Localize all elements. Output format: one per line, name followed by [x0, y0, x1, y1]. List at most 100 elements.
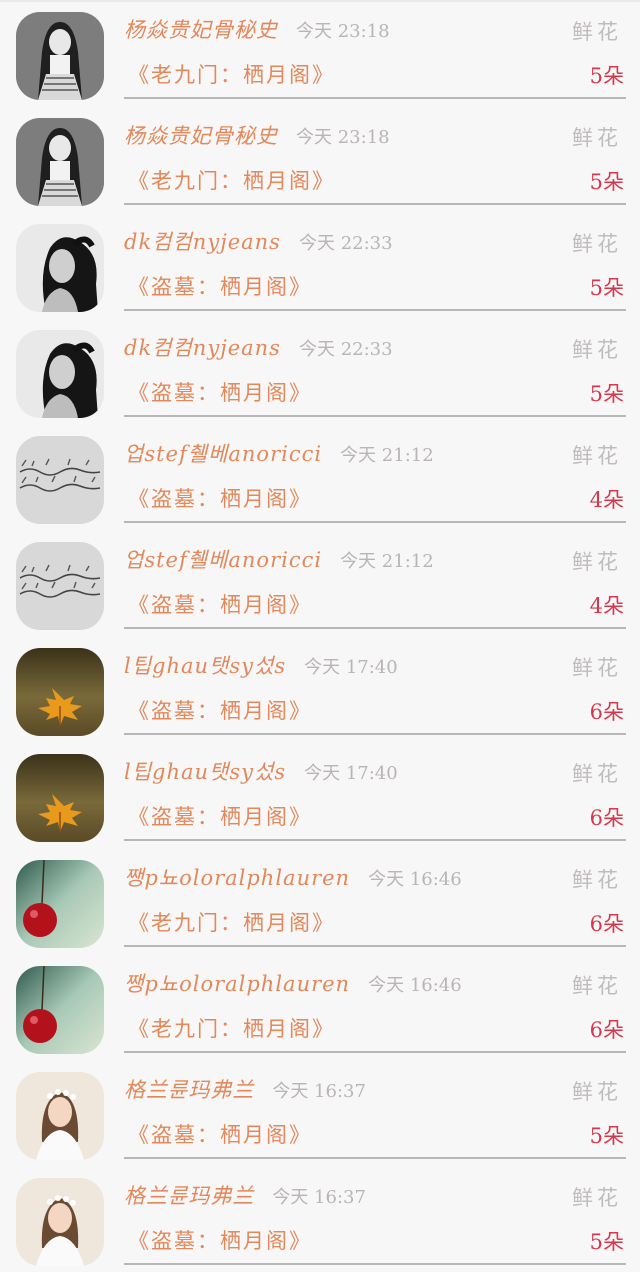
source-book-title[interactable]: 《盗墓：栖月阁》	[128, 271, 312, 301]
gift-record-row[interactable]: dk컴컴nyjeans 今天 22:33 鲜花 《盗墓：栖月阁》 5朵	[0, 212, 640, 318]
timestamp: 今天 21:12	[340, 551, 434, 572]
gift-record-row[interactable]: 杨焱贵妃骨秘史 今天 23:18 鲜花 《老九门：栖月阁》 5朵	[0, 106, 640, 212]
woman-hair-icon[interactable]	[16, 330, 104, 418]
divider	[124, 1051, 626, 1053]
handwriting-icon[interactable]	[16, 542, 104, 630]
sender-name-text: 杨焱贵妃骨秘史	[124, 124, 278, 148]
gift-count: 5朵	[589, 64, 624, 88]
sender-name-text: 업stef췔베anoricci	[124, 548, 323, 572]
divider	[124, 1157, 626, 1159]
gift-record-row[interactable]: 업stef췔베anoricci 今天 21:12 鲜花 《盗墓：栖月阁》 4朵	[0, 530, 640, 636]
gift-type-label: 鲜花	[572, 762, 622, 786]
timestamp: 今天 16:37	[272, 1081, 366, 1102]
timestamp: 今天 16:37	[272, 1187, 366, 1208]
gift-count: 4朵	[589, 594, 624, 618]
gift-type-label: 鲜花	[572, 444, 622, 468]
divider	[124, 415, 626, 417]
sender-name: dk컴컴nyjeans 今天 22:33	[124, 226, 393, 256]
gift-record-row[interactable]: 업stef췔베anoricci 今天 21:12 鲜花 《盗墓：栖月阁》 4朵	[0, 424, 640, 530]
source-book-title[interactable]: 《老九门：栖月阁》	[128, 907, 335, 937]
divider	[124, 839, 626, 841]
source-book-title[interactable]: 《老九门：栖月阁》	[128, 59, 335, 89]
gift-type-label: 鲜花	[572, 232, 622, 256]
sender-name: 格兰륜玛弗兰 今天 16:37	[124, 1180, 366, 1210]
gift-record-list: 杨焱贵妃骨秘史 今天 23:18 鲜花 《老九门：栖月阁》 5朵 杨焱贵妃骨秘史今…	[0, 0, 640, 1272]
source-book-title[interactable]: 《盗墓：栖月阁》	[128, 695, 312, 725]
divider	[124, 97, 626, 99]
gift-type-label: 鲜花	[572, 1186, 622, 1210]
gift-type-label: 鲜花	[572, 550, 622, 574]
divider	[124, 309, 626, 311]
gift-record-row[interactable]: l팁ghau탯sy섰s 今天 17:40 鲜花 《盗墓：栖月阁》 6朵	[0, 742, 640, 848]
source-book-title[interactable]: 《老九门：栖月阁》	[128, 1013, 335, 1043]
divider	[124, 203, 626, 205]
source-book-title[interactable]: 《盗墓：栖月阁》	[128, 1119, 312, 1149]
gift-count: 5朵	[589, 1230, 624, 1254]
source-book-title[interactable]: 《盗墓：栖月阁》	[128, 377, 312, 407]
gift-count: 5朵	[589, 170, 624, 194]
woman-hair-icon[interactable]	[16, 224, 104, 312]
sender-name: l팁ghau탯sy섰s 今天 17:40	[124, 756, 398, 786]
cherry-icon[interactable]	[16, 860, 104, 948]
timestamp: 今天 16:46	[368, 975, 462, 996]
gift-record-row[interactable]: 쨍p뇨oloralphlauren 今天 16:46 鲜花 《老九门：栖月阁》 6…	[0, 848, 640, 954]
sender-name-text: dk컴컴nyjeans	[124, 336, 281, 360]
sender-name-text: 格兰륜玛弗兰	[124, 1078, 255, 1102]
source-book-title[interactable]: 《盗墓：栖月阁》	[128, 589, 312, 619]
sender-name: 쨍p뇨oloralphlauren 今天 16:46	[124, 862, 462, 892]
gift-type-label: 鲜花	[572, 126, 622, 150]
gift-count: 4朵	[589, 488, 624, 512]
gift-count: 6朵	[589, 806, 624, 830]
cherry-icon[interactable]	[16, 966, 104, 1054]
maple-leaf-icon[interactable]	[16, 754, 104, 842]
gift-type-label: 鲜花	[572, 656, 622, 680]
flower-girl-icon[interactable]	[16, 1178, 104, 1266]
girl-bw-icon[interactable]	[16, 12, 104, 100]
timestamp: 今天 17:40	[304, 657, 398, 678]
timestamp: 今天 23:18	[296, 127, 390, 148]
sender-name-text: l팁ghau탯sy섰s	[124, 760, 287, 784]
girl-bw-icon[interactable]	[16, 118, 104, 206]
timestamp: 今天 21:12	[340, 445, 434, 466]
gift-count: 5朵	[589, 276, 624, 300]
divider	[124, 733, 626, 735]
gift-type-label: 鲜花	[572, 868, 622, 892]
sender-name: l팁ghau탯sy섰s 今天 17:40	[124, 650, 398, 680]
gift-count: 6朵	[589, 1018, 624, 1042]
flower-girl-icon[interactable]	[16, 1072, 104, 1160]
divider	[124, 521, 626, 523]
source-book-title[interactable]: 《盗墓：栖月阁》	[128, 801, 312, 831]
sender-name: dk컴컴nyjeans 今天 22:33	[124, 332, 393, 362]
timestamp: 今天 16:46	[368, 869, 462, 890]
gift-type-label: 鲜花	[572, 974, 622, 998]
timestamp: 今天 22:33	[298, 233, 393, 254]
source-book-title[interactable]: 《盗墓：栖月阁》	[128, 483, 312, 513]
gift-record-row[interactable]: 杨焱贵妃骨秘史 今天 23:18 鲜花 《老九门：栖月阁》 5朵	[0, 0, 640, 106]
sender-name: 업stef췔베anoricci 今天 21:12	[124, 438, 434, 468]
gift-record-row[interactable]: dk컴컴nyjeans 今天 22:33 鲜花 《盗墓：栖月阁》 5朵	[0, 318, 640, 424]
sender-name-text: 업stef췔베anoricci	[124, 442, 323, 466]
sender-name-text: 格兰륜玛弗兰	[124, 1184, 255, 1208]
sender-name: 杨焱贵妃骨秘史 今天 23:18	[124, 120, 390, 150]
source-book-title[interactable]: 《盗墓：栖月阁》	[128, 1225, 312, 1255]
maple-leaf-icon[interactable]	[16, 648, 104, 736]
gift-type-label: 鲜花	[572, 20, 622, 44]
gift-record-row[interactable]: 格兰륜玛弗兰 今天 16:37 鲜花 《盗墓：栖月阁》 5朵	[0, 1060, 640, 1166]
divider	[124, 627, 626, 629]
handwriting-icon[interactable]	[16, 436, 104, 524]
source-book-title[interactable]: 《老九门：栖月阁》	[128, 165, 335, 195]
gift-record-row[interactable]: 格兰륜玛弗兰 今天 16:37 鲜花 《盗墓：栖月阁》 5朵	[0, 1166, 640, 1272]
sender-name: 格兰륜玛弗兰 今天 16:37	[124, 1074, 366, 1104]
gift-record-row[interactable]: l팁ghau탯sy섰s 今天 17:40 鲜花 《盗墓：栖月阁》 6朵	[0, 636, 640, 742]
gift-type-label: 鲜花	[572, 1080, 622, 1104]
gift-count: 5朵	[589, 382, 624, 406]
gift-type-label: 鲜花	[572, 338, 622, 362]
sender-name-text: l팁ghau탯sy섰s	[124, 654, 287, 678]
gift-record-row[interactable]: 쨍p뇨oloralphlauren 今天 16:46 鲜花 《老九门：栖月阁》 6…	[0, 954, 640, 1060]
sender-name: 업stef췔베anoricci 今天 21:12	[124, 544, 434, 574]
timestamp: 今天 22:33	[298, 339, 393, 360]
gift-count: 6朵	[589, 700, 624, 724]
sender-name-text: 쨍p뇨oloralphlauren	[124, 972, 351, 996]
timestamp: 今天 23:18	[296, 21, 390, 42]
timestamp: 今天 17:40	[304, 763, 398, 784]
